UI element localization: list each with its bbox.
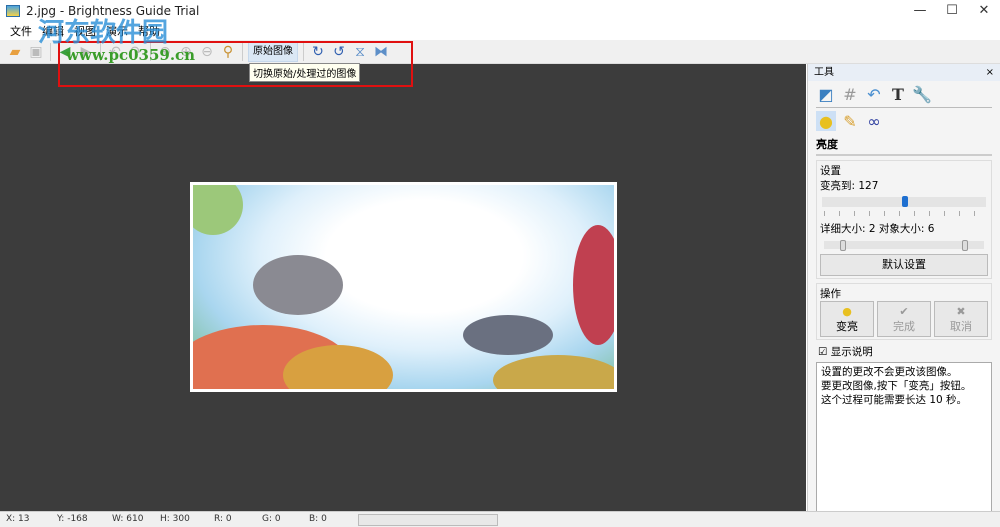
description-box: 设置的更改不会更改该图像。 要更改图像,按下「变亮」按钮。 这个过程可能需要长达… [816, 362, 992, 514]
brush-icon[interactable]: ✎ [840, 111, 860, 131]
slider-thumb[interactable] [902, 196, 909, 207]
tools-panel: 工具 × ◩ # ↶ T 🔧 ● ✎ ∞ 亮度 设置 变亮到: 127 详细大小… [807, 64, 1000, 514]
status-bar: X: 13 Y: -168 W: 610 H: 300 R: 0 G: 0 B:… [0, 511, 1000, 527]
maximize-button[interactable]: ☐ [936, 0, 968, 22]
section-title: 亮度 [816, 134, 992, 156]
app-icon [6, 5, 20, 17]
undo-tool-icon[interactable]: ↶ [864, 84, 884, 104]
status-g: G: 0 [262, 514, 281, 524]
panel-close-button[interactable]: × [986, 64, 994, 81]
panel-title: 工具 [814, 67, 834, 78]
slider-ticks [824, 211, 984, 216]
description-line: 这个过程可能需要长达 10 秒。 [821, 394, 968, 406]
default-settings-button[interactable]: 默认设置 [820, 254, 988, 276]
open-icon[interactable]: ▰ [6, 43, 24, 61]
watermark-logo: 河东软件园 [38, 18, 169, 48]
crop-icon[interactable]: ◩ [816, 84, 836, 104]
brighten-button[interactable]: ● 变亮 [820, 301, 874, 337]
size-range-slider[interactable] [824, 240, 984, 251]
done-label: 完成 [893, 319, 915, 333]
watermark-url: www.pc0359.cn [66, 46, 196, 64]
settings-label: 设置 [820, 165, 841, 177]
status-w: W: 610 [112, 514, 144, 524]
grid-icon[interactable]: # [840, 84, 860, 104]
wrench-icon[interactable]: 🔧 [912, 84, 932, 104]
lightbulb-icon: ● [842, 304, 852, 318]
brighten-label: 变亮 [836, 319, 858, 333]
status-r: R: 0 [214, 514, 232, 524]
show-description-checkbox[interactable]: ☑ 显示说明 [818, 344, 990, 359]
status-h: H: 300 [160, 514, 190, 524]
range-thumb-max[interactable] [961, 240, 968, 251]
image-preview [190, 182, 617, 392]
panel-header: 工具 × [808, 64, 1000, 81]
text-icon[interactable]: T [888, 84, 908, 104]
check-icon: ✔ [899, 304, 909, 318]
range-thumb-min[interactable] [840, 240, 846, 251]
cancel-label: 取消 [950, 319, 972, 333]
status-x: X: 13 [6, 514, 30, 524]
image-canvas[interactable] [0, 64, 806, 511]
status-y: Y: -168 [57, 514, 88, 524]
menu-file[interactable]: 文件 [10, 23, 32, 39]
default-settings-label: 默认设置 [882, 258, 926, 271]
link-icon[interactable]: ∞ [864, 111, 884, 131]
description-line: 要更改图像,按下「变亮」按钮。 [821, 380, 972, 392]
close-button[interactable]: ✕ [968, 0, 1000, 22]
x-icon: ✖ [956, 304, 966, 318]
description-line: 设置的更改不会更改该图像。 [821, 366, 958, 378]
show-description-label: 显示说明 [830, 346, 873, 358]
brighten-slider[interactable] [822, 196, 986, 207]
actions-group: 操作 ● 变亮 ✔ 完成 ✖ 取消 [816, 283, 992, 340]
minimize-button[interactable]: — [904, 0, 936, 22]
progress-bar [358, 514, 498, 526]
brighten-label: 变亮到: 127 [820, 180, 879, 192]
status-b: B: 0 [309, 514, 327, 524]
cancel-button[interactable]: ✖ 取消 [934, 301, 988, 337]
lightbulb-icon[interactable]: ● [816, 111, 836, 131]
done-button[interactable]: ✔ 完成 [877, 301, 931, 337]
actions-label: 操作 [820, 288, 841, 300]
settings-group: 设置 变亮到: 127 详细大小: 2 对象大小: 6 默认设置 [816, 160, 992, 279]
size-label: 详细大小: 2 对象大小: 6 [820, 223, 935, 235]
